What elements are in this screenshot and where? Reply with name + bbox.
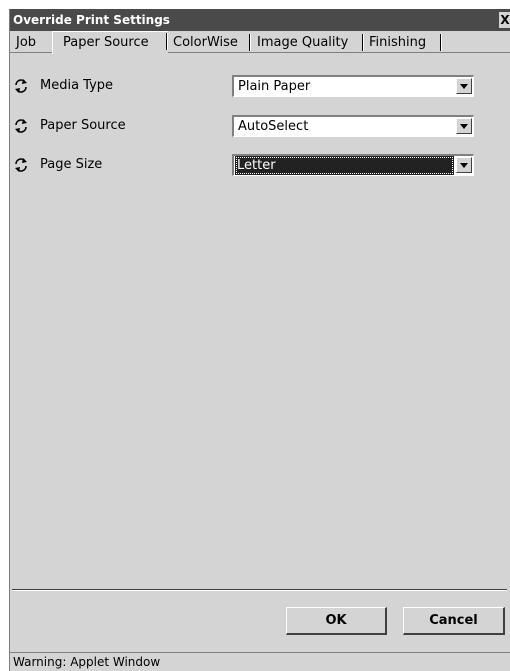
- media-type-dropdown-button[interactable]: [456, 78, 472, 94]
- media-type-label: Media Type: [40, 78, 114, 93]
- tab-image-quality[interactable]: Image Quality: [251, 33, 364, 52]
- applet-warning-text: Warning: Applet Window: [13, 655, 161, 669]
- tab-label: ColorWise: [173, 35, 238, 50]
- paper-source-row: Paper Source AutoSelect: [10, 115, 510, 137]
- tab-bar: Job Paper Source ColorWise Image Quality…: [10, 31, 510, 54]
- cancel-button-label: Cancel: [429, 613, 478, 628]
- tab-label: Paper Source: [63, 35, 149, 50]
- tab-colorwise[interactable]: ColorWise: [168, 33, 251, 52]
- override-print-settings-dialog: Override Print Settings X Job Paper Sour…: [9, 9, 510, 671]
- tab-label: Image Quality: [257, 35, 349, 50]
- tab-job[interactable]: Job: [12, 33, 50, 52]
- paper-source-select[interactable]: AutoSelect: [232, 115, 474, 137]
- tab-label: Finishing: [369, 35, 427, 50]
- chevron-down-icon: [460, 124, 468, 129]
- paper-source-label: Paper Source: [40, 118, 126, 133]
- refresh-icon[interactable]: [13, 78, 29, 94]
- status-bar: Warning: Applet Window: [10, 652, 510, 671]
- ok-button[interactable]: OK: [286, 607, 387, 635]
- title-bar[interactable]: Override Print Settings X: [10, 9, 510, 31]
- close-button[interactable]: X: [499, 12, 510, 28]
- paper-source-value: AutoSelect: [238, 119, 309, 134]
- close-icon: X: [500, 13, 510, 27]
- chevron-down-icon: [460, 84, 468, 89]
- page-size-dropdown-button[interactable]: [456, 157, 472, 173]
- page-size-select[interactable]: Letter: [232, 154, 474, 176]
- refresh-icon[interactable]: [13, 118, 29, 134]
- cancel-button[interactable]: Cancel: [403, 607, 505, 635]
- chevron-down-icon: [460, 163, 468, 168]
- tab-separator: [440, 34, 442, 51]
- ok-button-label: OK: [325, 613, 347, 628]
- page-size-value: Letter: [235, 156, 454, 175]
- tab-paper-source[interactable]: Paper Source: [52, 31, 168, 54]
- page-size-row: Page Size Letter: [10, 154, 510, 176]
- page-size-label: Page Size: [40, 157, 103, 172]
- media-type-row: Media Type Plain Paper: [10, 75, 510, 97]
- tab-finishing[interactable]: Finishing: [364, 33, 442, 52]
- media-type-value: Plain Paper: [238, 79, 311, 94]
- dialog-title: Override Print Settings: [13, 13, 170, 27]
- paper-source-dropdown-button[interactable]: [456, 118, 472, 134]
- tab-label: Job: [16, 35, 37, 50]
- media-type-select[interactable]: Plain Paper: [232, 75, 474, 97]
- refresh-icon[interactable]: [13, 157, 29, 173]
- button-area-divider: [12, 589, 507, 591]
